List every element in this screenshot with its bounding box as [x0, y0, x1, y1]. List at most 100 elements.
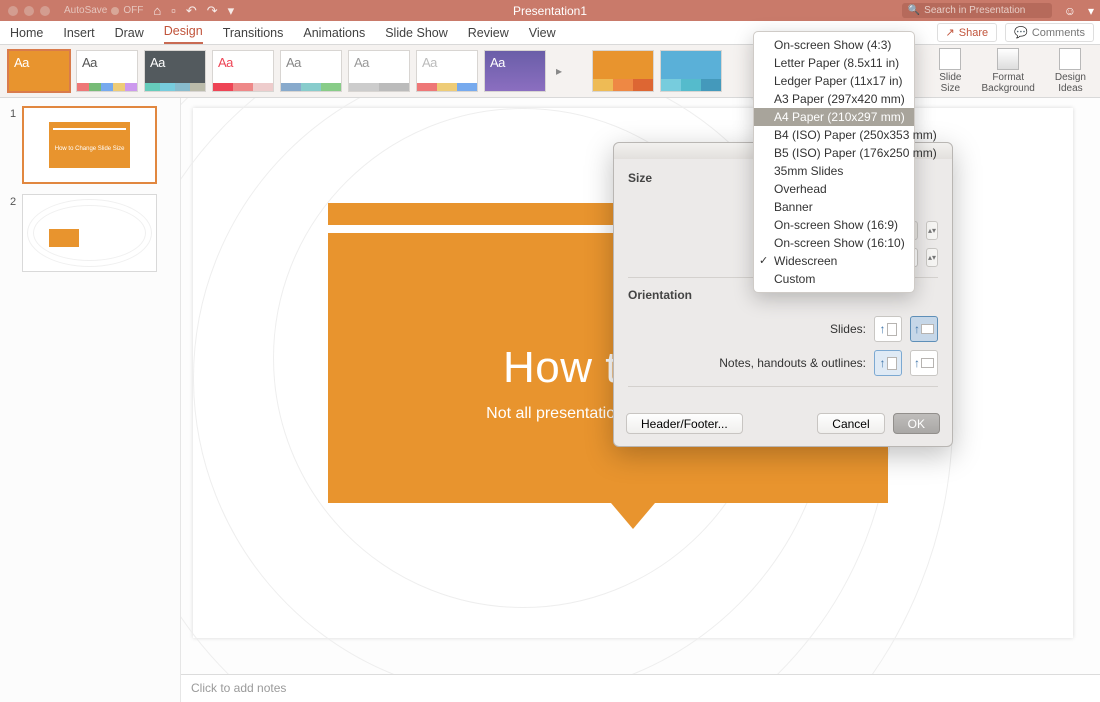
- cancel-button[interactable]: Cancel: [817, 413, 884, 434]
- dropdown-item[interactable]: Overhead: [754, 180, 914, 198]
- dropdown-item[interactable]: 35mm Slides: [754, 162, 914, 180]
- tab-insert[interactable]: Insert: [63, 22, 94, 44]
- notes-pane[interactable]: Click to add notes: [181, 674, 1100, 702]
- format-background-button[interactable]: Format Background: [981, 48, 1034, 94]
- variant-option-2[interactable]: [660, 50, 722, 92]
- slide-size-button[interactable]: Slide Size: [939, 48, 961, 94]
- autosave-toggle[interactable]: AutoSave OFF: [64, 5, 143, 16]
- notes-landscape-button[interactable]: ↑: [910, 350, 938, 376]
- design-ribbon: Aa Aa Aa Aa Aa Aa Aa Aa ▸ Slide Size For…: [0, 45, 1100, 98]
- variant-option-1[interactable]: [592, 50, 654, 92]
- thumbnail-preview: [49, 229, 79, 247]
- dropdown-item-label: On-screen Show (16:10): [774, 236, 905, 250]
- dropdown-item[interactable]: Custom: [754, 270, 914, 288]
- undo-icon[interactable]: ↶: [186, 3, 197, 19]
- theme-aa-label: Aa: [77, 51, 137, 70]
- dropdown-item[interactable]: A3 Paper (297x420 mm): [754, 90, 914, 108]
- slide-size-icon: [939, 48, 961, 70]
- tab-home[interactable]: Home: [10, 22, 43, 44]
- ribbon-tabs: Home Insert Draw Design Transitions Anim…: [0, 21, 1100, 45]
- dropdown-item-label: 35mm Slides: [774, 164, 843, 178]
- notes-portrait-button[interactable]: ↑: [874, 350, 902, 376]
- theme-aa-label: Aa: [213, 51, 273, 70]
- tab-review[interactable]: Review: [468, 22, 509, 44]
- search-placeholder: Search in Presentation: [924, 5, 1025, 16]
- account-chevron-icon[interactable]: ▾: [1088, 4, 1094, 18]
- tab-slide-show[interactable]: Slide Show: [385, 22, 448, 44]
- slide-size-dropdown[interactable]: On-screen Show (4:3) Letter Paper (8.5x11…: [753, 31, 915, 293]
- slide-number: 1: [10, 106, 16, 120]
- dropdown-item[interactable]: On-screen Show (16:9): [754, 216, 914, 234]
- autosave-label: AutoSave: [64, 5, 107, 16]
- tab-transitions[interactable]: Transitions: [223, 22, 284, 44]
- dropdown-item-label: A4 Paper (210x297 mm): [774, 110, 905, 124]
- dropdown-item[interactable]: ✓Widescreen: [754, 252, 914, 270]
- theme-option-1[interactable]: Aa: [8, 50, 70, 92]
- width-stepper[interactable]: ▴▾: [926, 221, 938, 240]
- theme-option-4[interactable]: Aa: [212, 50, 274, 92]
- search-icon: 🔍: [908, 5, 920, 16]
- theme-aa-label: Aa: [485, 51, 545, 70]
- tab-design[interactable]: Design: [164, 20, 203, 44]
- slide-thumbnail-pane[interactable]: 1 How to Change Slide Size 2: [0, 98, 180, 702]
- ok-button[interactable]: OK: [893, 413, 940, 434]
- tab-view[interactable]: View: [529, 22, 556, 44]
- slide-thumbnail-2[interactable]: [22, 194, 157, 272]
- theme-option-2[interactable]: Aa: [76, 50, 138, 92]
- themes-more-button[interactable]: ▸: [552, 64, 566, 78]
- dropdown-item[interactable]: Letter Paper (8.5x11 in): [754, 54, 914, 72]
- share-button[interactable]: ↗ Share: [937, 23, 998, 42]
- qat-more-icon[interactable]: ▾: [228, 3, 235, 19]
- dropdown-item-label: B4 (ISO) Paper (250x353 mm): [774, 128, 937, 142]
- notes-orientation-label: Notes, handouts & outlines:: [719, 356, 866, 370]
- dropdown-item-label: Banner: [774, 200, 813, 214]
- window-controls[interactable]: [8, 6, 50, 16]
- theme-aa-label: Aa: [9, 51, 69, 91]
- slide-number: 2: [10, 194, 16, 208]
- slide-thumbnail-1[interactable]: How to Change Slide Size: [22, 106, 157, 184]
- check-icon: ✓: [759, 254, 768, 267]
- theme-aa-label: Aa: [145, 51, 205, 70]
- autosave-dot-icon: [111, 7, 119, 15]
- dropdown-item[interactable]: B5 (ISO) Paper (176x250 mm): [754, 144, 914, 162]
- dropdown-item[interactable]: Ledger Paper (11x17 in): [754, 72, 914, 90]
- theme-option-8[interactable]: Aa: [484, 50, 546, 92]
- dropdown-item-label: A3 Paper (297x420 mm): [774, 92, 905, 106]
- format-background-icon: [997, 48, 1019, 70]
- theme-option-5[interactable]: Aa: [280, 50, 342, 92]
- autosave-state: OFF: [123, 5, 143, 16]
- dropdown-item[interactable]: On-screen Show (4:3): [754, 36, 914, 54]
- title-bar: AutoSave OFF ⌂ ▫ ↶ ↷ ▾ Presentation1 🔍 S…: [0, 0, 1100, 21]
- dropdown-item[interactable]: On-screen Show (16:10): [754, 234, 914, 252]
- slides-landscape-button[interactable]: ↑: [910, 316, 938, 342]
- slides-portrait-button[interactable]: ↑: [874, 316, 902, 342]
- minimize-icon[interactable]: [24, 6, 34, 16]
- search-input[interactable]: 🔍 Search in Presentation: [902, 3, 1052, 18]
- dropdown-item-label: Overhead: [774, 182, 827, 196]
- header-footer-button[interactable]: Header/Footer...: [626, 413, 743, 434]
- design-ideas-button[interactable]: Design Ideas: [1055, 48, 1086, 94]
- redo-icon[interactable]: ↷: [207, 3, 218, 19]
- dropdown-item[interactable]: B4 (ISO) Paper (250x353 mm): [754, 126, 914, 144]
- dropdown-item[interactable]: Banner: [754, 198, 914, 216]
- tab-draw[interactable]: Draw: [115, 22, 144, 44]
- theme-option-6[interactable]: Aa: [348, 50, 410, 92]
- theme-aa-label: Aa: [281, 51, 341, 70]
- dropdown-item[interactable]: A4 Paper (210x297 mm): [754, 108, 914, 126]
- comments-button[interactable]: 💬 Comments: [1005, 23, 1094, 42]
- height-stepper[interactable]: ▴▾: [926, 248, 938, 267]
- close-icon[interactable]: [8, 6, 18, 16]
- design-ideas-label: Design Ideas: [1055, 72, 1086, 94]
- dropdown-item-label: On-screen Show (16:9): [774, 218, 898, 232]
- feedback-icon[interactable]: ☺: [1064, 4, 1076, 18]
- dropdown-item-label: Letter Paper (8.5x11 in): [774, 56, 899, 70]
- dropdown-item-label: B5 (ISO) Paper (176x250 mm): [774, 146, 937, 160]
- home-icon[interactable]: ⌂: [153, 3, 161, 19]
- zoom-icon[interactable]: [40, 6, 50, 16]
- dropdown-item-label: On-screen Show (4:3): [774, 38, 891, 52]
- comments-icon: 💬: [1014, 26, 1028, 39]
- theme-option-3[interactable]: Aa: [144, 50, 206, 92]
- save-icon[interactable]: ▫: [171, 3, 176, 19]
- theme-option-7[interactable]: Aa: [416, 50, 478, 92]
- tab-animations[interactable]: Animations: [303, 22, 365, 44]
